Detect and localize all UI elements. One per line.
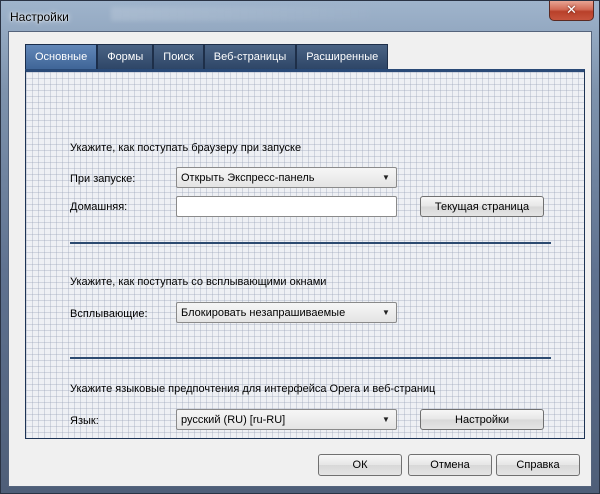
language-settings-button[interactable]: Настройки [420,409,544,430]
tab-advanced[interactable]: Расширенные [296,44,389,69]
popups-label: Всплывающие: [70,308,148,320]
close-icon: ✕ [566,3,577,18]
ok-button[interactable]: ОК [318,454,402,476]
dialog-client-area: Основные Формы Поиск Веб-страницы Расшир… [8,31,592,487]
language-value: русский (RU) [ru-RU] [181,413,286,426]
tab-search[interactable]: Поиск [153,44,204,69]
home-page-input[interactable] [176,196,397,217]
window-title: Настройки [10,10,69,24]
on-start-label: При запуске: [70,173,136,185]
current-page-button[interactable]: Текущая страница [420,196,544,217]
language-label: Язык: [70,415,99,427]
section-divider [70,357,551,359]
popups-select[interactable]: Блокировать незапрашиваемые ▼ [176,302,397,323]
section-divider [70,242,551,244]
on-start-value: Открыть Экспресс-панель [181,171,315,184]
help-button[interactable]: Справка [496,454,580,476]
tab-general[interactable]: Основные [25,44,98,69]
chevron-down-icon[interactable]: ▼ [379,413,393,426]
startup-heading: Укажите, как поступать браузеру при запу… [70,142,302,154]
popups-value: Блокировать незапрашиваемые [181,306,346,319]
chevron-down-icon[interactable]: ▼ [379,171,393,184]
popups-heading: Укажите, как поступать со всплывающими о… [70,276,327,288]
language-select[interactable]: русский (RU) [ru-RU] ▼ [176,409,397,430]
tab-web-pages[interactable]: Веб-страницы [203,44,297,69]
tab-strip: Основные Формы Поиск Веб-страницы Расшир… [25,44,389,69]
preferences-window: Настройки ✕ Основные Формы Поиск Веб-стр… [0,0,600,494]
tab-forms[interactable]: Формы [97,44,154,69]
language-heading: Укажите языковые предпочтения для интерф… [70,383,436,395]
close-button[interactable]: ✕ [549,1,594,21]
title-bar[interactable]: Настройки ✕ [1,1,599,31]
on-start-select[interactable]: Открыть Экспресс-панель ▼ [176,167,397,188]
general-tab-panel: Укажите, как поступать браузеру при запу… [25,69,585,439]
chevron-down-icon[interactable]: ▼ [379,306,393,319]
cancel-button[interactable]: Отмена [408,454,492,476]
title-bar-glass-reflection [111,7,371,21]
home-label: Домашняя: [70,201,128,213]
